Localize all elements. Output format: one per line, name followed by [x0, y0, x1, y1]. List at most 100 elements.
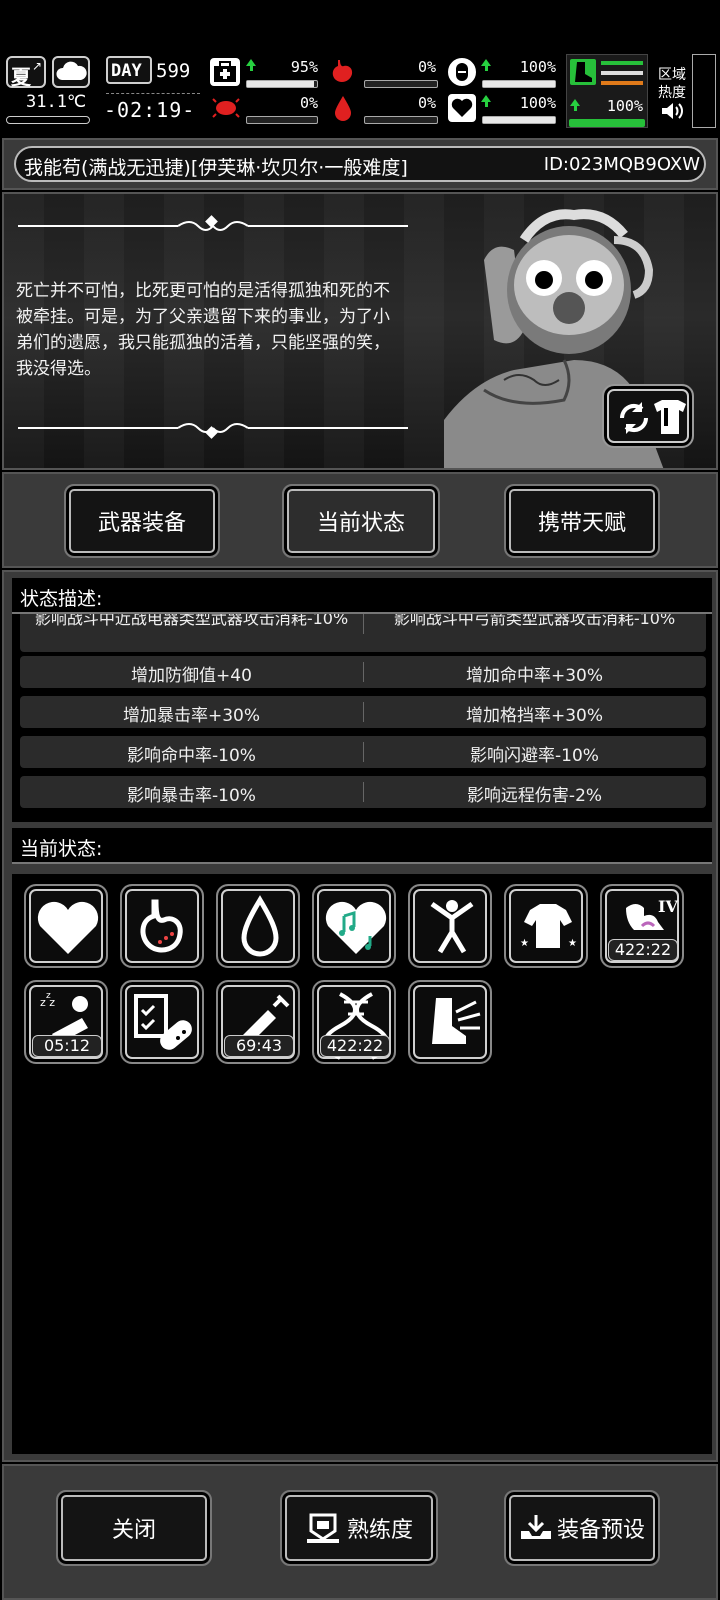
trophy-stand-icon — [306, 1513, 339, 1543]
status-icon-heart[interactable] — [24, 884, 108, 968]
equipment-preset-button[interactable]: 装备预设 — [504, 1490, 660, 1566]
day-label: DAY — [111, 61, 142, 81]
season-label: 夏 — [11, 65, 31, 89]
proficiency-button[interactable]: 熟练度 — [280, 1490, 438, 1566]
status-icon-medicine[interactable] — [120, 980, 204, 1064]
title-panel: 我能苟(满战无迅捷)[伊芙琳·坎贝尔·一般难度] ID:023MQB9OXW — [2, 138, 718, 190]
status-icon-stomach[interactable] — [120, 884, 204, 968]
fitness-bar — [569, 119, 645, 127]
current-status-header: 当前状态: — [12, 828, 712, 864]
status-desc-left: 影响战斗中近战电器类型武器攻击消耗-10% — [34, 614, 349, 628]
region-heat-label-1: 区域 — [658, 67, 686, 83]
status-timer: 422:22 — [320, 1035, 390, 1057]
hunger-bar — [364, 80, 438, 88]
cloud-icon — [56, 61, 87, 80]
hud-bar: 夏 ↗ 31.1℃ DAY 599 -02:19- 95% 0% 100% 0%… — [0, 52, 720, 132]
status-desc-row: 影响暴击率-10% 影响远程伤害-2% — [20, 776, 706, 808]
tab-weapons[interactable]: 武器装备 — [64, 484, 220, 558]
status-desc-left: 影响命中率-10% — [127, 746, 256, 766]
shirt-icon: ★ ★ — [520, 904, 577, 949]
stamina-bar — [482, 80, 556, 88]
status-icon-muscle[interactable]: IV 422:22 — [600, 884, 684, 968]
germ-icon[interactable] — [212, 96, 240, 120]
current-status-title: 当前状态: — [20, 838, 103, 860]
status-icon-sleep[interactable]: z zz 05:12 — [24, 980, 108, 1064]
hunger-value: 0% — [417, 58, 436, 76]
bottom-bar: 关闭 熟练度 装备预设 — [2, 1464, 718, 1600]
preset-label: 装备预设 — [556, 1518, 645, 1543]
current-status-grid: ★ ★ IV 422:22 z zz 05:12 69:43 422:22 — [12, 874, 712, 1454]
stamina-trend-arrow — [481, 59, 491, 66]
fitness-line-white — [601, 71, 643, 75]
status-icon-dna[interactable]: 422:22 — [312, 980, 396, 1064]
fitness-line-green-1 — [601, 61, 643, 65]
status-icon-shirt[interactable]: ★ ★ — [504, 884, 588, 968]
screen: 夏 ↗ 31.1℃ DAY 599 -02:19- 95% 0% 100% 0%… — [0, 0, 720, 1600]
health-value: 95% — [290, 58, 318, 76]
day-number: 599 — [156, 60, 191, 82]
character-title: 我能苟(满战无迅捷)[伊芙琳·坎贝尔·一般难度] — [24, 157, 408, 179]
status-icon-music-heart[interactable] — [312, 884, 396, 968]
mood-trend-arrow — [481, 95, 491, 102]
status-timer: 422:22 — [608, 939, 678, 961]
status-desc-row: 影响命中率-10% 影响闪避率-10% — [20, 736, 706, 768]
status-icon-stretch[interactable] — [408, 884, 492, 968]
svg-text:★: ★ — [568, 938, 577, 949]
weather-badge[interactable] — [52, 56, 90, 88]
music-heart-icon — [325, 901, 387, 954]
medkit-icon — [214, 61, 236, 82]
thirst-value: 0% — [417, 94, 436, 112]
ornament-divider-top — [18, 215, 408, 231]
status-desc-row: 增加防御值+40 增加命中率+30% — [20, 656, 706, 688]
temperature: 31.1℃ — [26, 92, 87, 112]
heart-icon — [37, 901, 99, 954]
capsule-icon — [456, 63, 468, 81]
status-icon-water[interactable] — [216, 884, 300, 968]
status-desc-row: 影响战斗中近战电器类型武器攻击消耗-10% 影响战斗中弓箭类型武器攻击消耗-10… — [20, 614, 706, 652]
speaker-icon[interactable] — [660, 100, 684, 122]
stamina-value: 100% — [519, 58, 556, 76]
mood-badge[interactable] — [448, 94, 476, 122]
status-icon-syringe[interactable]: 69:43 — [216, 980, 300, 1064]
season-badge[interactable]: 夏 ↗ — [6, 56, 46, 89]
status-desc-right: 影响战斗中弓箭类型武器攻击消耗-10% — [393, 614, 676, 628]
stomach-icon[interactable] — [328, 58, 356, 86]
proficiency-label: 熟练度 — [346, 1518, 413, 1543]
status-desc-list[interactable]: 影响战斗中近战电器类型武器攻击消耗-10% 影响战斗中弓箭类型武器攻击消耗-10… — [12, 614, 712, 822]
stamina-badge[interactable] — [448, 58, 476, 86]
ornament-divider-bottom — [18, 423, 408, 439]
status-icon-winged-boot[interactable] — [408, 980, 492, 1064]
tab-talents[interactable]: 携带天赋 — [504, 484, 660, 558]
status-desc-left: 影响暴击率-10% — [127, 786, 256, 806]
mood-bar — [482, 116, 556, 124]
status-desc-left: 增加暴击率+30% — [122, 706, 261, 726]
change-outfit-button[interactable] — [602, 384, 694, 448]
heart-icon — [451, 98, 473, 117]
title-bar: 我能苟(满战无迅捷)[伊芙琳·坎贝尔·一般难度] ID:023MQB9OXW — [14, 146, 706, 182]
infection-bar — [246, 116, 318, 124]
fitness-value: 100% — [606, 97, 643, 115]
health-bar-fill — [247, 81, 314, 87]
status-desc-row: 增加暴击率+30% 增加格挡率+30% — [20, 696, 706, 728]
blood-drop-icon[interactable] — [332, 94, 354, 122]
status-panel: 状态描述: 影响战斗中近战电器类型武器攻击消耗-10% 影响战斗中弓箭类型武器攻… — [2, 570, 718, 1462]
close-button[interactable]: 关闭 — [56, 1490, 212, 1566]
mood-value: 100% — [519, 94, 556, 112]
sun-arrow-icon: ↗ — [31, 59, 42, 73]
status-timer: 05:12 — [32, 1035, 102, 1057]
status-desc-right: 影响远程伤害-2% — [466, 786, 603, 806]
thermometer-bar — [6, 116, 90, 124]
fitness-line-orange — [601, 81, 643, 85]
tab-current-status[interactable]: 当前状态 — [282, 484, 440, 558]
status-desc-header: 状态描述: — [12, 578, 712, 614]
thirst-bar — [364, 116, 438, 124]
health-bar — [246, 80, 318, 88]
svg-text:★: ★ — [520, 938, 529, 949]
stomach-icon — [140, 899, 183, 953]
day-badge: DAY — [106, 56, 152, 84]
fitness-panel[interactable]: 100% — [566, 54, 648, 128]
status-desc-right: 影响闪避率-10% — [470, 746, 599, 766]
health-badge[interactable] — [210, 58, 240, 86]
game-clock: -02:19- — [104, 98, 196, 122]
character-id: ID:023MQB9OXW — [543, 154, 700, 175]
